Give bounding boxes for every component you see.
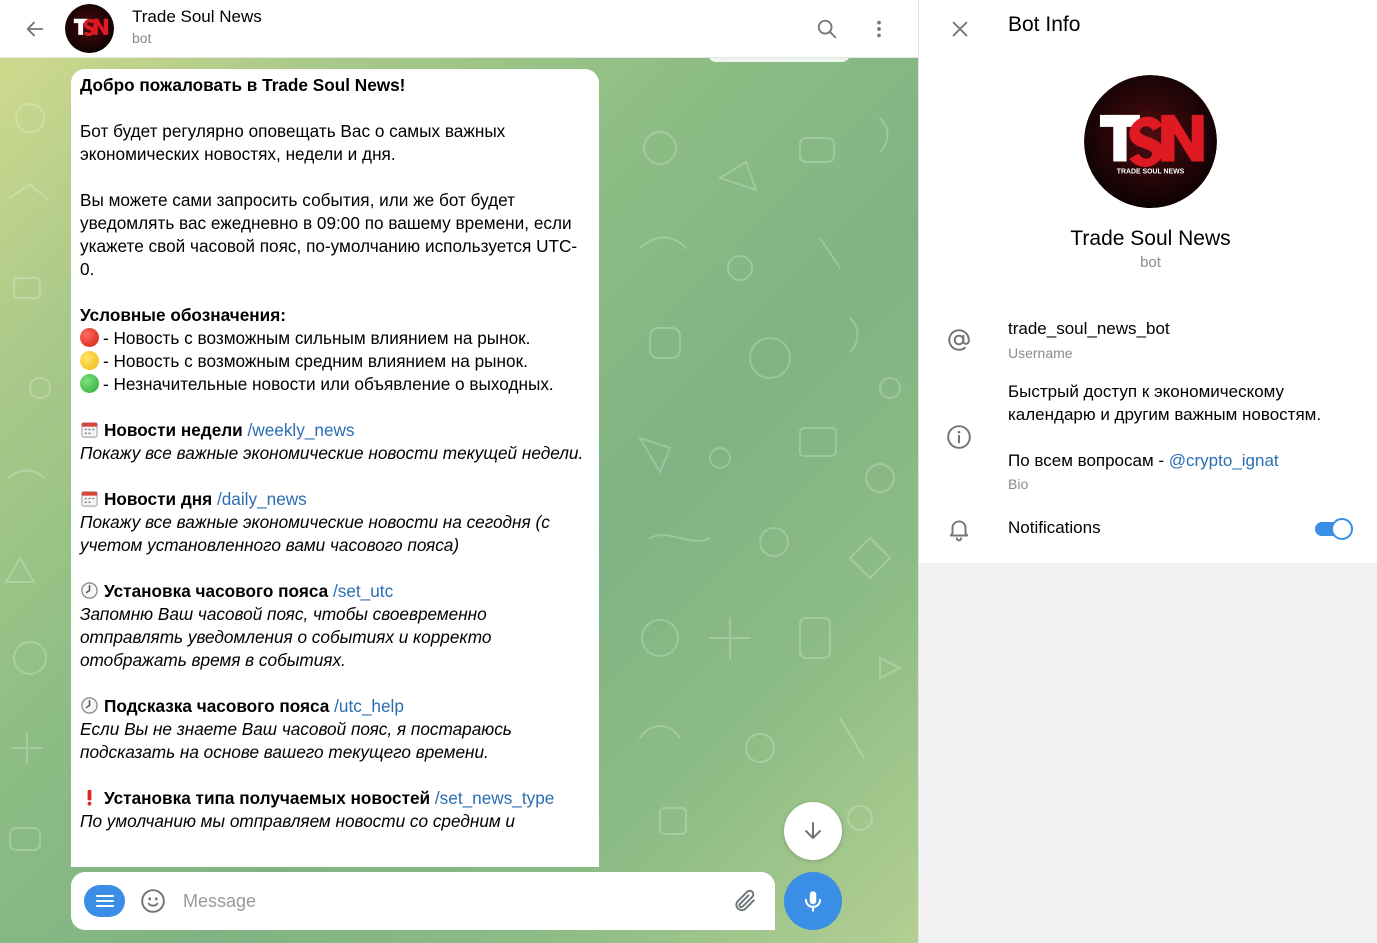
command-set-utc: Установка часового пояса /set_utc (80, 580, 589, 603)
weekly-news-command[interactable]: /weekly_news (248, 420, 355, 440)
bio-text[interactable]: Быстрый доступ к экономическому календар… (1008, 380, 1358, 472)
red-circle-icon (80, 328, 99, 347)
command-utc-help: Подсказка часового пояса /utc_help (80, 695, 589, 718)
logo-tagline: TRADE SOUL NEWS (1117, 168, 1185, 175)
bot-info-card: Bot Info TRADE SOUL NEWS Trade Soul News… (919, 0, 1377, 563)
toggle-knob (1331, 518, 1353, 540)
chat-title[interactable]: Trade Soul News (132, 7, 262, 27)
command-weekly-desc: Покажу все важные экономические новости … (80, 443, 584, 463)
calendar-icon (81, 422, 98, 438)
clock-icon (81, 697, 98, 714)
exclamation-icon (87, 789, 92, 806)
at-sign-icon (945, 326, 973, 354)
yellow-circle-icon (80, 351, 99, 370)
legend-green: - Незначительные новости или объявление … (80, 373, 589, 396)
daily-news-command[interactable]: /daily_news (217, 489, 307, 509)
command-utc-help-desc: Если Вы не знаете Ваш часовой пояс, я по… (80, 719, 512, 762)
bot-name: Trade Soul News (1070, 227, 1231, 250)
back-button[interactable] (18, 12, 52, 46)
menu-icon (95, 895, 114, 907)
chat-header: Trade Soul News bot (0, 0, 918, 58)
set-utc-command[interactable]: /set_utc (333, 581, 393, 601)
bot-profile-avatar[interactable]: TRADE SOUL NEWS (1084, 75, 1217, 208)
emoji-button[interactable] (139, 887, 167, 915)
bot-avatar[interactable] (65, 4, 114, 53)
message-composer (71, 872, 775, 930)
command-weekly: Новости недели /weekly_news (80, 419, 589, 442)
legend-red: - Новость с возможным сильным влиянием н… (80, 327, 589, 350)
green-circle-icon (80, 374, 99, 393)
paperclip-icon (735, 889, 755, 912)
username-value[interactable]: trade_soul_news_bot (1008, 319, 1170, 339)
command-set-news-type-desc: По умолчанию мы отправляем новости со ср… (80, 811, 515, 831)
notifications-toggle[interactable] (1315, 517, 1353, 541)
close-icon (952, 21, 968, 37)
close-panel-button[interactable] (943, 12, 977, 46)
clock-icon (81, 582, 98, 599)
message-input[interactable] (183, 886, 723, 916)
command-set-utc-desc: Запомню Ваш часовой пояс, чтобы своеврем… (80, 604, 492, 670)
panel-title: Bot Info (1008, 13, 1081, 36)
microphone-icon (804, 891, 822, 912)
message-bubble: Добро пожаловать в Trade Soul News! Бот … (71, 69, 599, 867)
attach-button[interactable] (731, 887, 759, 915)
legend-title: Условные обозначения: (80, 305, 286, 325)
arrow-down-icon (805, 822, 821, 839)
chat-subtitle: bot (132, 30, 152, 46)
command-set-news-type: Установка типа получаемых новостей /set_… (80, 787, 589, 810)
set-news-type-command[interactable]: /set_news_type (435, 788, 554, 808)
bot-info-panel: Bot Info TRADE SOUL NEWS Trade Soul News… (918, 0, 1377, 943)
search-icon (817, 19, 837, 39)
welcome-text: Добро пожаловать в Trade Soul News! (80, 75, 406, 95)
schedule-text: Вы можете сами запросить события, или же… (80, 190, 578, 279)
bot-type: bot (1140, 254, 1161, 271)
chat-view: Trade Soul News bot Добро пожаловать в T… (0, 0, 918, 943)
smile-icon (141, 889, 165, 913)
scroll-down-button[interactable] (784, 802, 842, 860)
bio-label: Bio (1008, 476, 1029, 492)
more-vertical-icon (877, 20, 881, 38)
bell-icon (945, 515, 973, 543)
contact-link[interactable]: @crypto_ignat (1169, 451, 1279, 470)
utc-help-command[interactable]: /utc_help (334, 696, 404, 716)
command-daily-desc: Покажу все важные экономические новости … (80, 512, 550, 555)
arrow-left-icon (26, 21, 44, 37)
command-daily: Новости дня /daily_news (80, 488, 589, 511)
voice-record-button[interactable] (784, 872, 842, 930)
search-button[interactable] (810, 12, 844, 46)
more-options-button[interactable] (862, 12, 896, 46)
legend-yellow: - Новость с возможным средним влиянием н… (80, 350, 589, 373)
bot-menu-button[interactable] (84, 885, 125, 917)
notifications-label[interactable]: Notifications (1008, 518, 1101, 538)
intro-text: Бот будет регулярно оповещать Вас о самы… (80, 121, 506, 164)
username-label: Username (1008, 345, 1073, 361)
info-icon (945, 423, 973, 451)
calendar-icon (81, 491, 98, 507)
